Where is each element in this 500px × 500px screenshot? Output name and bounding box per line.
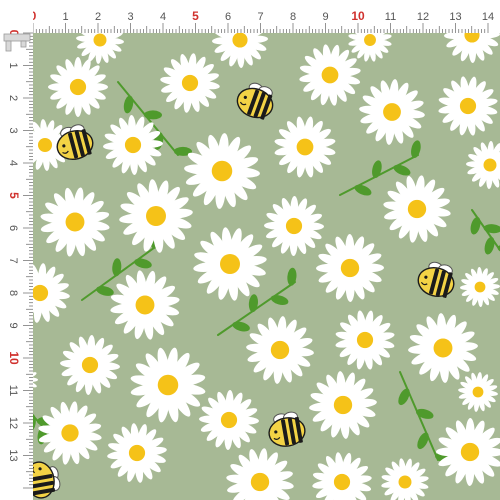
ruler-top-label: 9 bbox=[322, 11, 328, 23]
ruler-top-label: 6 bbox=[225, 11, 231, 23]
ruler-left: 012345678910111213 bbox=[0, 0, 33, 500]
ruler-top-label: 13 bbox=[449, 11, 461, 23]
ruler-top-label: 2 bbox=[95, 11, 101, 23]
daisy-flower bbox=[264, 196, 324, 256]
ruler-left-label: 5 bbox=[7, 192, 21, 199]
ruler-left-label: 6 bbox=[7, 225, 19, 231]
ruler-left-label: 4 bbox=[7, 160, 19, 166]
ruler-left-label: 9 bbox=[7, 322, 19, 328]
ruler-top-label: 7 bbox=[257, 11, 263, 23]
ruler-top-label: 11 bbox=[385, 11, 396, 23]
ruler-left-label: 11 bbox=[7, 385, 19, 396]
ruler-left-label: 10 bbox=[7, 351, 21, 365]
ruler-left-label: 1 bbox=[7, 62, 19, 68]
ruler-top-label: 10 bbox=[351, 9, 365, 23]
ruler-left-label: 7 bbox=[7, 257, 19, 263]
ruler-top-label: 4 bbox=[160, 11, 166, 23]
ruler-top-label: 12 bbox=[417, 11, 429, 23]
ruler-top-label: 8 bbox=[290, 11, 296, 23]
ruler-top-label: 3 bbox=[127, 11, 133, 23]
fabric-swatch-canvas: 01234567891011121314 012345678910111213 bbox=[0, 0, 500, 500]
ruler-left-label: 8 bbox=[7, 290, 19, 296]
daisy-flower bbox=[316, 234, 384, 302]
ruler-top-label: 5 bbox=[192, 9, 199, 23]
ruler-left-label: 3 bbox=[7, 127, 19, 133]
ruler-top-label: 14 bbox=[482, 11, 494, 23]
ruler-left-label: 13 bbox=[7, 449, 19, 461]
ruler-top: 01234567891011121314 bbox=[0, 0, 500, 33]
ruler-left-label: 2 bbox=[7, 95, 19, 101]
ruler-left-label: 12 bbox=[7, 417, 19, 429]
ruler-top-label: 1 bbox=[62, 11, 68, 23]
daisy-flower bbox=[48, 57, 108, 117]
